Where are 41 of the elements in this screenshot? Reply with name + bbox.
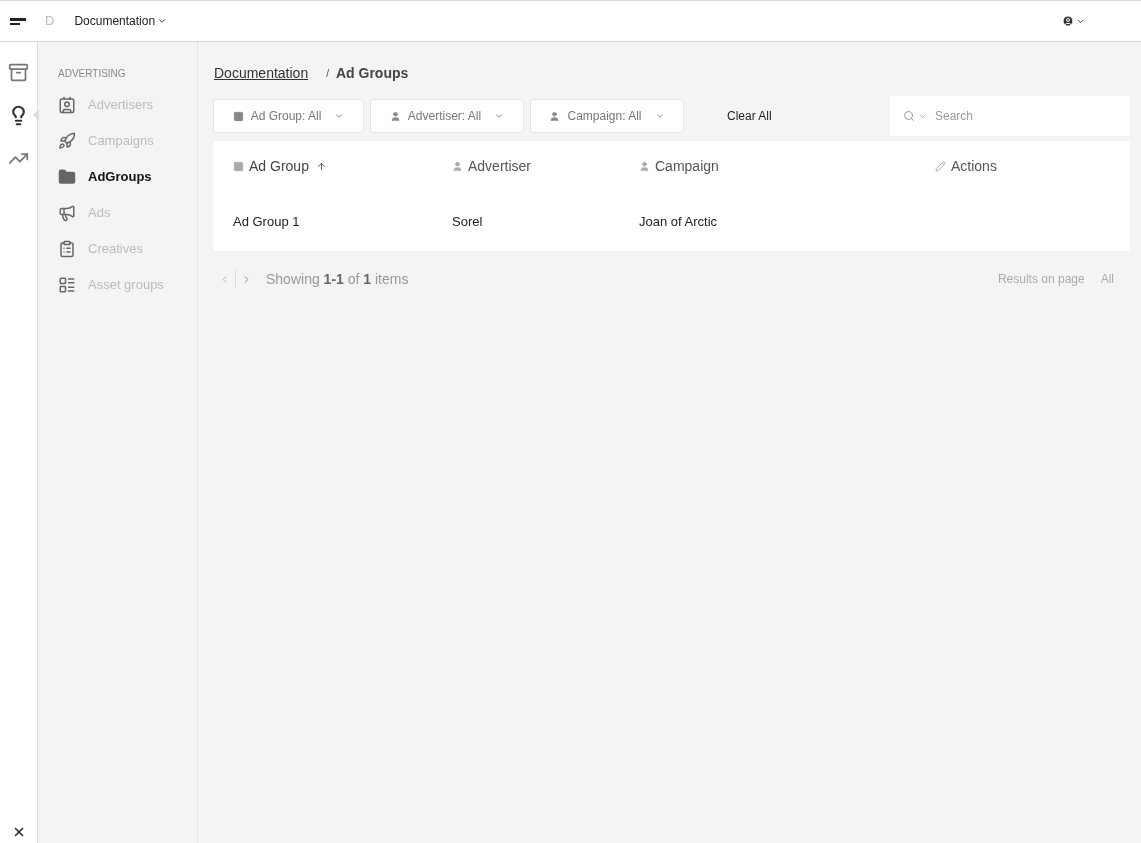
table-cell: Sorel [452, 214, 483, 229]
user-icon [389, 110, 401, 122]
sidebar-item[interactable]: AdGroups [58, 159, 197, 195]
folder-icon [58, 168, 76, 186]
user-icon [452, 160, 463, 172]
breadcrumb-link[interactable]: Documentation [214, 62, 309, 84]
megaphone-icon [58, 204, 76, 222]
search-field[interactable]: Search [890, 96, 1130, 136]
menu-icon[interactable] [10, 17, 26, 25]
filter-dropdown[interactable]: Campaign: All [530, 99, 684, 133]
caret-icon [654, 111, 665, 121]
column-header[interactable]: Advertiser [468, 155, 532, 177]
column-header[interactable]: Ad Group [249, 155, 309, 177]
table-cell: Joan of Arctic [639, 214, 718, 229]
table-cell: Ad Group 1 [233, 214, 300, 229]
rocket-icon [58, 132, 76, 150]
list-icon [58, 276, 76, 294]
clear-all-button[interactable]: Clear All [727, 107, 772, 125]
user-icon [639, 160, 650, 172]
pagination-summary: Showing 1-1 of 1 items [266, 269, 409, 289]
caret-icon [918, 112, 927, 121]
caret-icon [494, 111, 505, 121]
account-menu[interactable] [1062, 15, 1085, 27]
results-label: Results on page [997, 271, 1085, 288]
breadcrumb-separator: / [326, 66, 329, 81]
caret-icon [157, 16, 168, 26]
search-icon [903, 110, 915, 122]
tray-icon[interactable] [8, 62, 29, 83]
filter-dropdown[interactable]: Ad Group: All [213, 99, 364, 133]
column-header[interactable]: Actions [951, 155, 997, 177]
column-header[interactable]: Campaign [655, 155, 719, 177]
user-icon [549, 110, 561, 122]
workspace-dropdown[interactable]: Documentation [74, 12, 168, 30]
page-title: Ad Groups [335, 63, 409, 83]
caret-icon [334, 111, 345, 121]
user-icon [1062, 15, 1074, 27]
logo-letter: D [45, 12, 55, 31]
filter-dropdown[interactable]: Advertiser: All [370, 99, 524, 133]
clipboard-icon [58, 240, 76, 258]
section-label: ADVERTISING [58, 67, 127, 81]
pencil-icon [935, 160, 946, 172]
